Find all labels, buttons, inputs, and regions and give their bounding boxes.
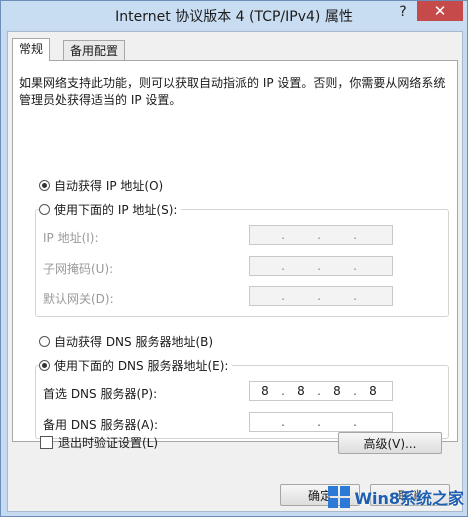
dialog-window: Internet 协议版本 4 (TCP/IPv4) 属性 ? ✕ 常规 备用配… [0,0,468,517]
watermark: Win8系统之家 [328,485,464,509]
tab-general[interactable]: 常规 [12,38,51,61]
auto-dns-label: 自动获得 DNS 服务器地址(B) [54,335,214,349]
subnet-mask-input[interactable]: . . . [249,256,393,276]
ip-address-label: IP 地址(I): [43,231,99,245]
title-bar: Internet 协议版本 4 (TCP/IPv4) 属性 ? ✕ [1,1,467,29]
auto-dns-radio[interactable]: 自动获得 DNS 服务器地址(B) [39,333,213,350]
radio-selected-icon [39,180,50,191]
close-icon: ✕ [433,2,447,20]
close-button[interactable]: ✕ [417,1,463,21]
help-button[interactable]: ? [390,2,416,22]
advanced-button[interactable]: 高级(V)... [338,432,442,454]
validate-on-exit-checkbox[interactable]: 退出时验证设置(L) [40,434,158,451]
validate-on-exit-label: 退出时验证设置(L) [58,436,159,450]
alternate-dns-label: 备用 DNS 服务器(A): [43,418,159,432]
preferred-dns-input[interactable]: 8. 8. 8. 8 [249,381,393,401]
checkbox-unchecked-icon [40,436,53,449]
manual-ip-label: 使用下面的 IP 地址(S): [54,203,178,217]
subnet-mask-label: 子网掩码(U): [43,262,114,276]
radio-unselected-icon [39,204,50,215]
description-text: 如果网络支持此功能，则可以获取自动指派的 IP 设置。否则，你需要从网络系统管理… [19,76,446,107]
manual-dns-label: 使用下面的 DNS 服务器地址(E): [54,359,229,373]
radio-unselected-icon [39,336,50,347]
manual-dns-radio[interactable]: 使用下面的 DNS 服务器地址(E): [39,357,233,374]
default-gateway-label: 默认网关(D): [43,292,114,306]
tab-alternate-config[interactable]: 备用配置 [63,40,126,61]
general-tab-page: 如果网络支持此功能，则可以获取自动指派的 IP 设置。否则，你需要从网络系统管理… [12,60,458,442]
manual-ip-radio[interactable]: 使用下面的 IP 地址(S): [39,201,182,218]
auto-ip-radio[interactable]: 自动获得 IP 地址(O) [39,177,163,194]
auto-ip-label: 自动获得 IP 地址(O) [54,179,164,193]
ip-address-input[interactable]: . . . [249,225,393,245]
dialog-body: 常规 备用配置 如果网络支持此功能，则可以获取自动指派的 IP 设置。否则，你需… [7,31,463,512]
alternate-dns-input[interactable]: . . . [249,412,393,432]
watermark-text: Win8系统之家 [354,489,464,508]
default-gateway-input[interactable]: . . . [249,286,393,306]
windows-logo-icon [328,486,351,508]
radio-selected-icon [39,360,50,371]
preferred-dns-label: 首选 DNS 服务器(P): [43,387,158,401]
